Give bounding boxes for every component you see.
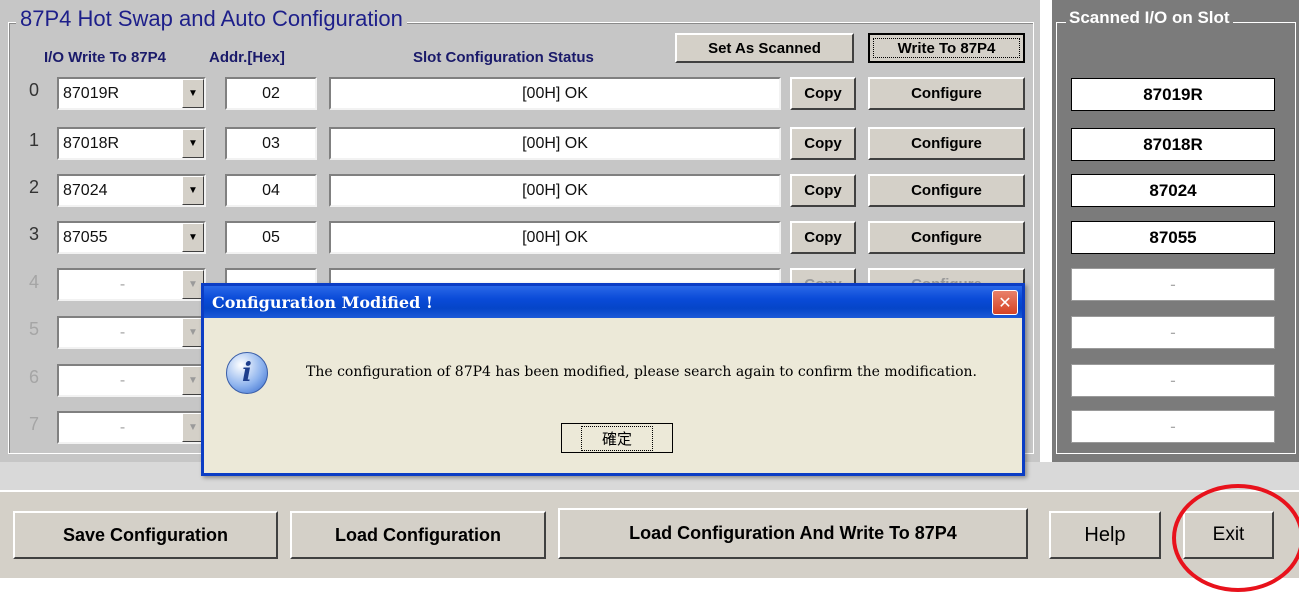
load-and-write-button[interactable]: Load Configuration And Write To 87P4 [558, 508, 1028, 559]
copy-button[interactable]: Copy [790, 77, 856, 110]
help-button[interactable]: Help [1049, 511, 1161, 559]
ok-button[interactable]: 確定 [561, 423, 673, 453]
module-select[interactable]: - ▼ [57, 411, 206, 444]
header-io-write: I/O Write To 87P4 [44, 49, 166, 66]
module-select[interactable]: 87055 ▼ [57, 221, 206, 254]
module-select[interactable]: 87019R ▼ [57, 77, 206, 110]
scanned-title: Scanned I/O on Slot [1066, 6, 1233, 30]
slot-number: 1 [28, 130, 39, 150]
scanned-slot-field: 87055 [1071, 221, 1275, 254]
write-to-87p4-button[interactable]: Write To 87P4 [868, 33, 1025, 63]
load-configuration-button[interactable]: Load Configuration [290, 511, 546, 559]
module-select-value: 87018R [63, 134, 120, 152]
info-icon: i [226, 352, 268, 394]
module-select[interactable]: 87024 ▼ [57, 174, 206, 207]
module-select-value: 87019R [63, 84, 120, 102]
slot-number: 0 [28, 80, 39, 100]
configure-button[interactable]: Configure [868, 221, 1025, 254]
dropdown-arrow-icon[interactable]: ▼ [182, 176, 204, 205]
dropdown-arrow-icon[interactable]: ▼ [182, 223, 204, 252]
close-icon[interactable]: ✕ [992, 290, 1018, 315]
slot-number: 2 [28, 177, 39, 197]
configure-button[interactable]: Configure [868, 77, 1025, 110]
slot-number: 4 [28, 272, 39, 292]
module-select-value: - [119, 418, 126, 436]
dialog-titlebar[interactable]: Configuration Modified ! [204, 286, 1022, 318]
scanned-slot-field: - [1071, 268, 1275, 301]
slot-number: 6 [28, 367, 39, 387]
addr-field[interactable]: 02 [225, 77, 317, 110]
status-field: [00H] OK [329, 174, 781, 207]
status-field: [00H] OK [329, 127, 781, 160]
scanned-slot-field: 87024 [1071, 174, 1275, 207]
status-field: [00H] OK [329, 221, 781, 254]
copy-button[interactable]: Copy [790, 127, 856, 160]
red-highlight-circle [1172, 484, 1299, 592]
dropdown-arrow-icon[interactable]: ▼ [182, 79, 204, 108]
module-select-value: 87024 [63, 181, 108, 199]
copy-button[interactable]: Copy [790, 221, 856, 254]
set-as-scanned-button[interactable]: Set As Scanned [675, 33, 854, 63]
scanned-slot-field: 87019R [1071, 78, 1275, 111]
configure-button[interactable]: Configure [868, 127, 1025, 160]
copy-button[interactable]: Copy [790, 174, 856, 207]
ok-button-label: 確定 [580, 425, 653, 451]
scanned-slot-field: - [1071, 316, 1275, 349]
addr-field[interactable]: 04 [225, 174, 317, 207]
hot-swap-title: 87P4 Hot Swap and Auto Configuration [16, 5, 407, 33]
module-select[interactable]: - ▼ [57, 316, 206, 349]
module-select[interactable]: - ▼ [57, 364, 206, 397]
module-select-value: - [119, 371, 126, 389]
header-addr: Addr.[Hex] [209, 49, 285, 66]
dialog-message: The configuration of 87P4 has been modif… [306, 364, 978, 380]
module-select[interactable]: - ▼ [57, 268, 206, 301]
status-field: [00H] OK [329, 77, 781, 110]
slot-number: 5 [28, 319, 39, 339]
configure-button[interactable]: Configure [868, 174, 1025, 207]
module-select-value: 87055 [63, 228, 108, 246]
module-select-value: - [119, 323, 126, 341]
module-select-value: - [119, 275, 126, 293]
slot-number: 3 [28, 224, 39, 244]
configuration-modified-dialog: Configuration Modified ! ✕ i The configu… [201, 283, 1025, 476]
dialog-title: Configuration Modified ! [212, 292, 433, 312]
scanned-slot-field: - [1071, 364, 1275, 397]
scanned-slot-field: - [1071, 410, 1275, 443]
scanned-slot-field: 87018R [1071, 128, 1275, 161]
slot-number: 7 [28, 414, 39, 434]
module-select[interactable]: 87018R ▼ [57, 127, 206, 160]
dropdown-arrow-icon[interactable]: ▼ [182, 129, 204, 158]
addr-field[interactable]: 05 [225, 221, 317, 254]
addr-field[interactable]: 03 [225, 127, 317, 160]
header-status: Slot Configuration Status [413, 49, 594, 66]
save-configuration-button[interactable]: Save Configuration [13, 511, 278, 559]
